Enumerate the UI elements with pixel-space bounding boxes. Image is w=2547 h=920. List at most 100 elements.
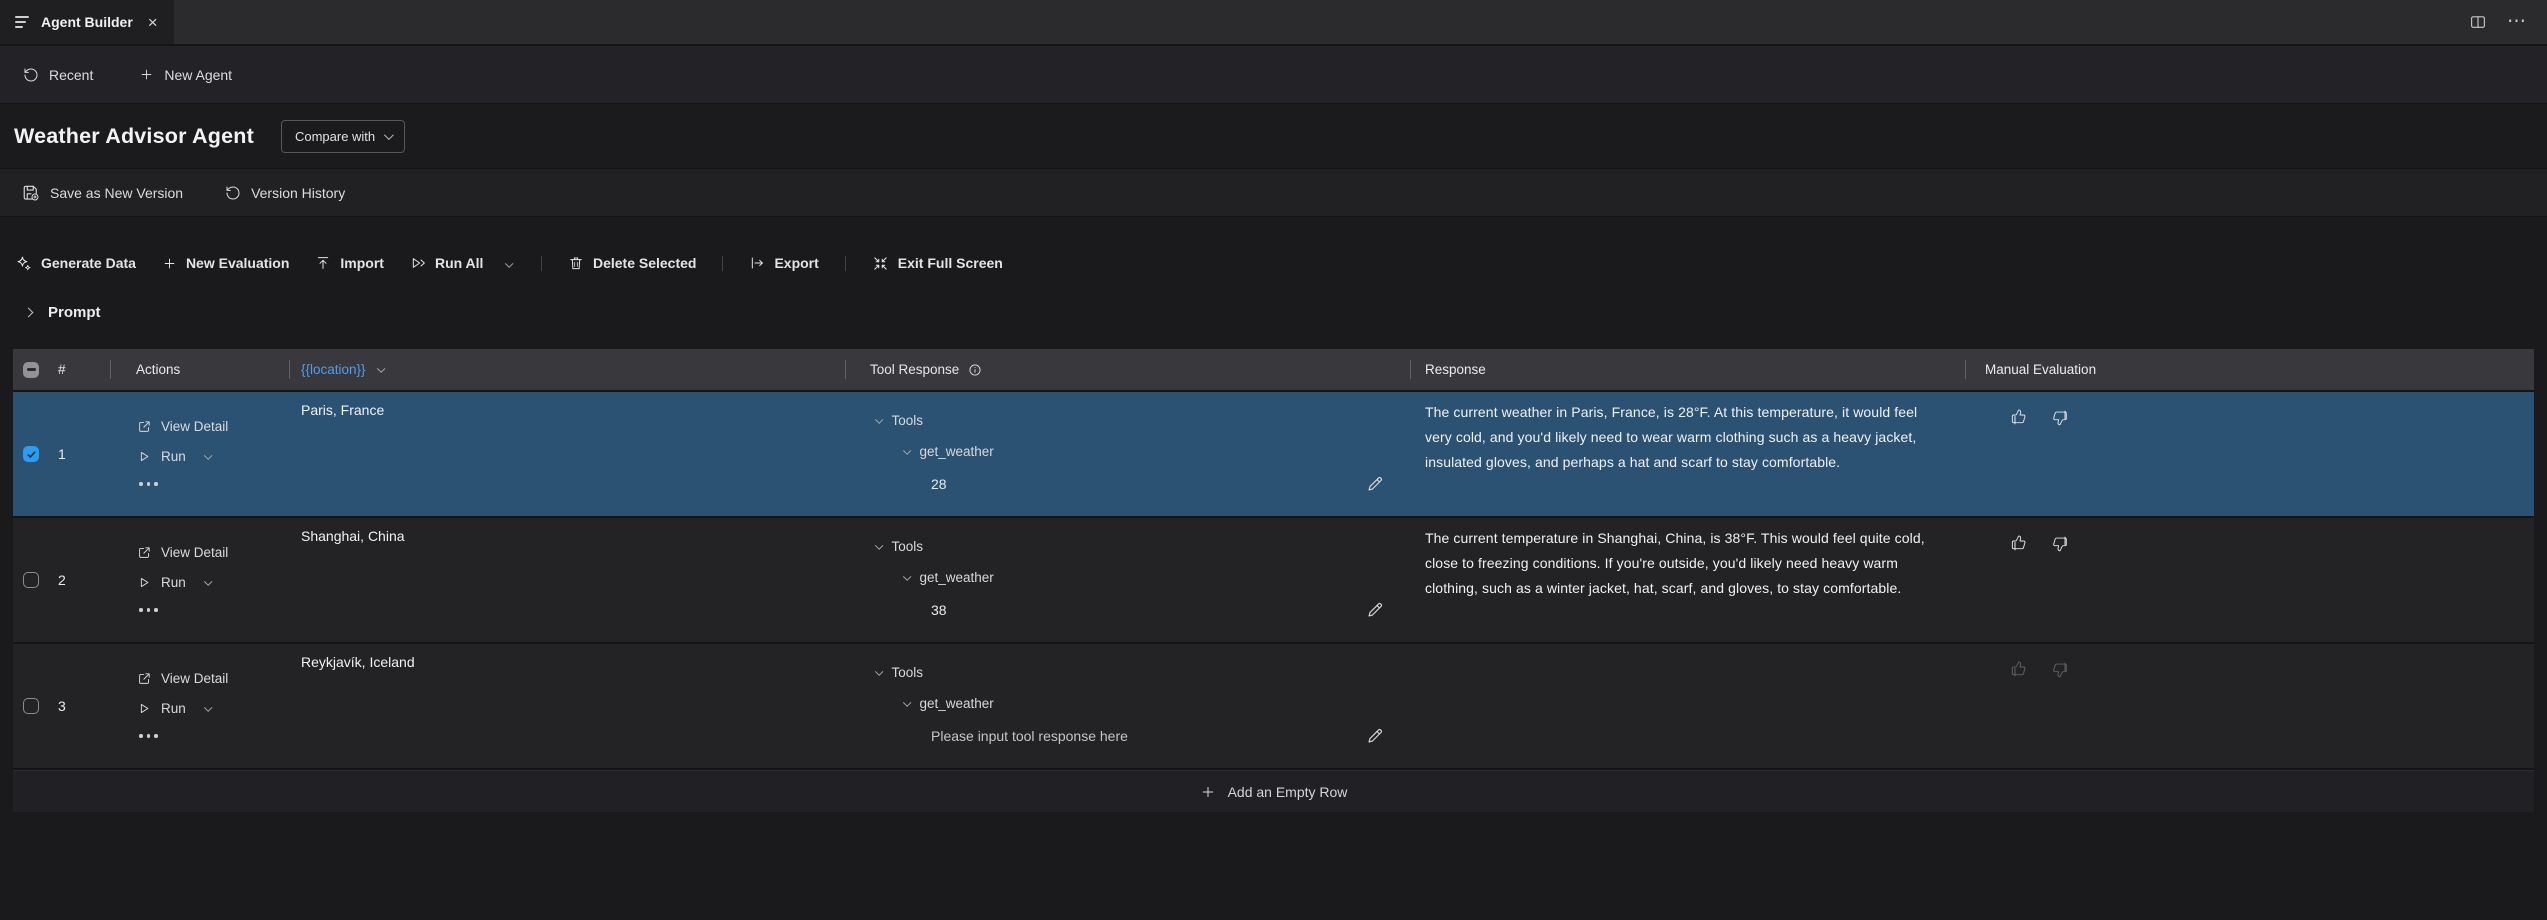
tools-group-label: Tools <box>892 539 924 554</box>
generate-data-button[interactable]: Generate Data <box>15 255 136 272</box>
row-index: 1 <box>58 446 66 462</box>
export-button[interactable]: Export <box>749 255 818 271</box>
recent-button[interactable]: Recent <box>23 67 93 83</box>
split-panel-icon[interactable] <box>2469 13 2487 31</box>
row-response-cell[interactable]: The current weather in Paris, France, is… <box>1410 392 1965 516</box>
run-all-label: Run All <box>435 255 483 271</box>
chevron-down-icon <box>875 541 883 549</box>
header-tool-response-cell: Tool Response <box>845 349 1410 390</box>
run-dropdown-icon[interactable] <box>204 577 212 585</box>
info-icon[interactable] <box>968 363 982 377</box>
header-location-cell[interactable]: {{location}} <box>289 349 845 390</box>
tool-toggle[interactable]: get_weather <box>845 696 1410 711</box>
location-value: Shanghai, China <box>301 528 405 544</box>
run-controls: Run <box>137 701 289 716</box>
tools-group-toggle[interactable]: Tools <box>845 665 1410 680</box>
row-more-button[interactable] <box>137 731 289 741</box>
tool-response-value[interactable]: 38 <box>931 602 947 618</box>
row-location-cell[interactable]: Shanghai, China <box>289 518 845 642</box>
plus-icon <box>1200 784 1216 800</box>
response-text: The current weather in Paris, France, is… <box>1425 400 1929 475</box>
compare-with-button[interactable]: Compare with <box>281 120 405 153</box>
row-checkbox[interactable] <box>23 446 39 462</box>
run-all-icon <box>410 255 426 271</box>
edit-tool-response-button[interactable] <box>1366 601 1384 619</box>
tab-title: Agent Builder <box>41 14 133 30</box>
close-icon[interactable]: × <box>148 14 158 31</box>
run-button[interactable]: Run <box>137 449 186 464</box>
exit-full-screen-button[interactable]: Exit Full Screen <box>872 255 1003 272</box>
export-label: Export <box>774 255 818 271</box>
tab-agent-builder[interactable]: Agent Builder × <box>0 0 174 44</box>
run-button[interactable]: Run <box>137 575 186 590</box>
thumbs-up-button[interactable] <box>2010 535 2027 552</box>
thumbs-up-button[interactable] <box>2010 409 2027 426</box>
chevron-down-icon[interactable] <box>377 364 385 372</box>
new-agent-button[interactable]: New Agent <box>139 67 232 83</box>
row-checkbox[interactable] <box>23 572 39 588</box>
run-dropdown-icon[interactable] <box>204 703 212 711</box>
tools-group-toggle[interactable]: Tools <box>845 413 1410 428</box>
trash-icon <box>568 255 584 271</box>
run-all-button[interactable]: Run All <box>410 255 483 271</box>
thumbs-down-button[interactable] <box>2053 409 2070 426</box>
agent-builder-window: Agent Builder × ⋯ Recent New Agent Weath… <box>0 0 2547 920</box>
generate-data-label: Generate Data <box>41 255 136 271</box>
play-icon <box>137 575 152 590</box>
row-tool-response-cell: Tools get_weather 28 <box>845 392 1410 516</box>
tool-response-value[interactable]: 28 <box>931 476 947 492</box>
chevron-down-icon <box>875 667 883 675</box>
row-actions-cell: View Detail Run <box>110 644 289 768</box>
view-detail-button[interactable]: View Detail <box>137 419 289 434</box>
import-icon <box>315 255 331 271</box>
chevron-right-icon <box>24 307 34 317</box>
tool-value-row: 28 <box>845 475 1410 493</box>
exit-full-screen-label: Exit Full Screen <box>898 255 1003 271</box>
version-history-label: Version History <box>251 185 345 201</box>
save-as-new-version-label: Save as New Version <box>50 185 183 201</box>
delete-selected-button[interactable]: Delete Selected <box>568 255 697 271</box>
tool-response-value[interactable]: Please input tool response here <box>931 728 1128 744</box>
tool-toggle[interactable]: get_weather <box>845 570 1410 585</box>
run-all-dropdown[interactable] <box>501 250 515 276</box>
version-history-button[interactable]: Version History <box>225 185 345 201</box>
row-more-button[interactable] <box>137 605 289 615</box>
add-empty-row-button[interactable]: Add an Empty Row <box>1200 784 1348 800</box>
run-button[interactable]: Run <box>137 701 186 716</box>
row-location-cell[interactable]: Paris, France <box>289 392 845 516</box>
new-evaluation-button[interactable]: New Evaluation <box>162 255 289 271</box>
tool-name-label: get_weather <box>920 570 994 585</box>
edit-tool-response-button[interactable] <box>1366 475 1384 493</box>
prompt-section-toggle[interactable]: Prompt <box>0 288 2547 336</box>
new-agent-label: New Agent <box>164 67 232 83</box>
tools-group-label: Tools <box>892 665 924 680</box>
index-column-label: # <box>58 362 66 377</box>
version-bar: Save as New Version Version History <box>0 168 2547 217</box>
thumbs-up-button[interactable] <box>2010 661 2027 678</box>
row-checkbox[interactable] <box>23 698 39 714</box>
tool-name-label: get_weather <box>920 444 994 459</box>
tools-group-label: Tools <box>892 413 924 428</box>
table-row: 1 View Detail Run Paris, Franc <box>13 392 2534 518</box>
edit-tool-response-button[interactable] <box>1366 727 1384 745</box>
save-as-new-version-button[interactable]: Save as New Version <box>22 184 183 202</box>
select-all-checkbox[interactable] <box>23 362 39 378</box>
row-response-cell[interactable]: The current temperature in Shanghai, Chi… <box>1410 518 1965 642</box>
thumbs-down-button[interactable] <box>2053 661 2070 678</box>
row-more-button[interactable] <box>137 479 289 489</box>
actions-column-label: Actions <box>136 362 180 377</box>
tools-group-toggle[interactable]: Tools <box>845 539 1410 554</box>
row-response-cell[interactable] <box>1410 644 1965 768</box>
view-detail-button[interactable]: View Detail <box>137 545 289 560</box>
toolbar-separator <box>845 256 846 271</box>
row-location-cell[interactable]: Reykjavík, Iceland <box>289 644 845 768</box>
table-row: 2 View Detail Run Shanghai, Ch <box>13 518 2534 644</box>
agent-nav-bar: Recent New Agent <box>0 46 2547 104</box>
view-detail-button[interactable]: View Detail <box>137 671 289 686</box>
external-link-icon <box>137 545 152 560</box>
more-options-icon[interactable]: ⋯ <box>2507 17 2527 27</box>
thumbs-down-button[interactable] <box>2053 535 2070 552</box>
tool-toggle[interactable]: get_weather <box>845 444 1410 459</box>
import-button[interactable]: Import <box>315 255 384 271</box>
run-dropdown-icon[interactable] <box>204 451 212 459</box>
